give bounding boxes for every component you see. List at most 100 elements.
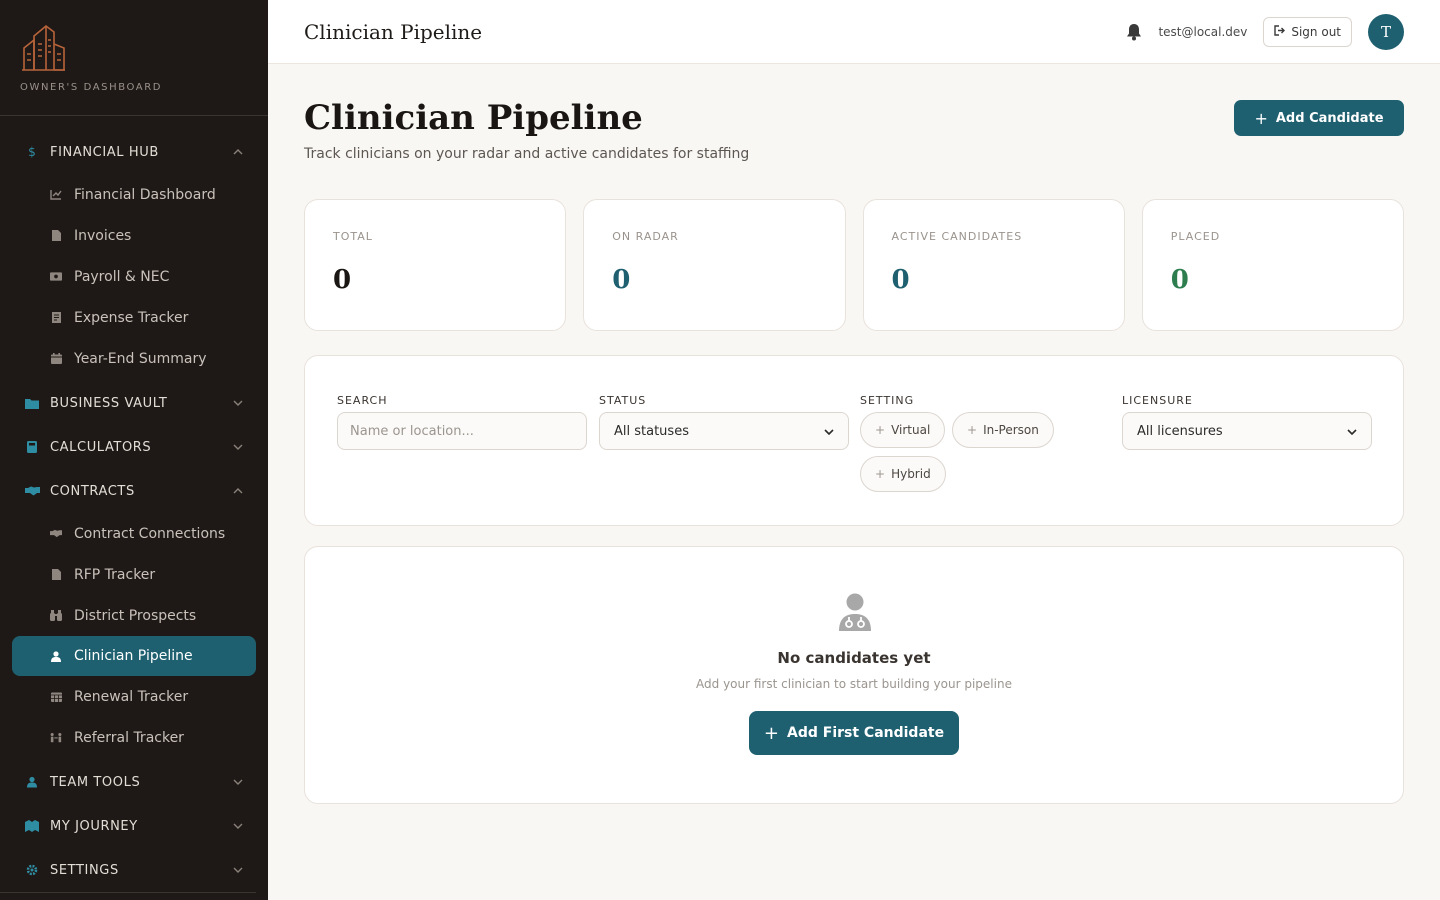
calendar-icon [50, 691, 62, 702]
sidebar-nav: $ FINANCIAL HUB Financial Dashboard Invo… [0, 116, 268, 892]
handshake-icon [50, 529, 62, 538]
add-candidate-button[interactable]: + Add Candidate [1234, 100, 1404, 136]
file-icon [50, 569, 62, 580]
logo-area: OWNER'S DASHBOARD [0, 0, 268, 116]
section-label: CALCULATORS [50, 439, 152, 455]
people-arrows-icon [50, 732, 62, 743]
add-first-candidate-button[interactable]: + Add First Candidate [749, 711, 959, 755]
setting-pill-virtual[interactable]: + Virtual [860, 412, 946, 448]
section-financial-hub[interactable]: $ FINANCIAL HUB [0, 130, 268, 174]
sign-out-icon [1274, 24, 1286, 39]
binoculars-icon [50, 610, 62, 621]
plus-icon: + [1254, 108, 1268, 128]
status-select-value: All statuses [614, 423, 689, 439]
empty-subtitle: Add your first clinician to start buildi… [696, 677, 1012, 691]
avatar[interactable]: T [1368, 13, 1404, 50]
sidebar: OWNER'S DASHBOARD $ FINANCIAL HUB Financ… [0, 0, 268, 900]
handshake-icon [24, 486, 40, 496]
sidebar-item-financial-dashboard[interactable]: Financial Dashboard [0, 174, 268, 215]
sidebar-item-rfp-tracker[interactable]: RFP Tracker [0, 554, 268, 595]
sidebar-item-label: Expense Tracker [74, 309, 189, 326]
stat-value: 0 [1170, 265, 1189, 295]
gear-icon [24, 864, 40, 876]
stat-card-placed: PLACED 0 [1141, 199, 1404, 331]
stat-label: TOTAL [333, 230, 373, 243]
building-logo-icon [22, 24, 65, 71]
sidebar-item-label: Contract Connections [74, 525, 226, 542]
sidebar-item-invoices[interactable]: Invoices [0, 215, 268, 256]
pill-label: In-Person [983, 423, 1039, 437]
chevron-down-icon [232, 441, 244, 453]
sidebar-item-label: Renewal Tracker [74, 688, 189, 705]
setting-pill-in-person[interactable]: + In-Person [952, 412, 1054, 448]
money-bill-icon [50, 272, 62, 281]
sidebar-item-label: Invoices [74, 227, 132, 244]
stat-value: 0 [333, 265, 352, 295]
sidebar-item-renewal-tracker[interactable]: Renewal Tracker [0, 676, 268, 717]
section-label: SETTINGS [50, 862, 119, 878]
section-contracts[interactable]: CONTRACTS [0, 469, 268, 513]
stat-value: 0 [891, 265, 910, 295]
stat-label: PLACED [1170, 230, 1221, 243]
person-icon [50, 650, 62, 662]
sidebar-item-label: RFP Tracker [74, 566, 156, 583]
filters-panel: SEARCH STATUS All statuses SETTING + Vir… [304, 355, 1404, 526]
section-settings[interactable]: SETTINGS [0, 848, 268, 892]
section-team-tools[interactable]: TEAM TOOLS [0, 760, 268, 804]
section-label: BUSINESS VAULT [50, 395, 168, 411]
sidebar-item-clinician-pipeline[interactable]: Clinician Pipeline [12, 636, 256, 676]
receipt-icon [50, 312, 62, 323]
chart-line-icon [50, 189, 62, 200]
topbar: Clinician Pipeline test@local.dev Sign o… [268, 0, 1440, 64]
dollar-icon: $ [28, 145, 36, 159]
section-calculators[interactable]: CALCULATORS [0, 425, 268, 469]
section-business-vault[interactable]: BUSINESS VAULT [0, 381, 268, 425]
setting-label: SETTING [860, 394, 915, 407]
plus-icon: + [875, 423, 886, 437]
plus-icon: + [967, 423, 978, 437]
plus-icon: + [763, 722, 779, 744]
sidebar-item-label: District Prospects [74, 607, 197, 624]
bell-icon[interactable] [1126, 23, 1144, 41]
empty-state: No candidates yet Add your first clinici… [304, 546, 1404, 804]
sidebar-item-district-prospects[interactable]: District Prospects [0, 595, 268, 636]
licensure-select[interactable]: All licensures [1122, 412, 1372, 450]
calculator-icon [24, 441, 40, 453]
section-my-journey[interactable]: MY JOURNEY [0, 804, 268, 848]
search-input[interactable] [337, 412, 587, 450]
sign-out-button[interactable]: Sign out [1263, 16, 1352, 47]
sign-out-label: Sign out [1291, 24, 1341, 39]
setting-pill-hybrid[interactable]: + Hybrid [860, 456, 946, 492]
status-select[interactable]: All statuses [599, 412, 849, 450]
section-label: MY JOURNEY [50, 818, 138, 834]
chevron-down-icon [1347, 424, 1357, 439]
add-first-candidate-label: Add First Candidate [787, 725, 945, 741]
stats-row: TOTAL 0 ON RADAR 0 ACTIVE CANDIDATES 0 P… [304, 199, 1404, 331]
stat-card-active-candidates: ACTIVE CANDIDATES 0 [862, 199, 1125, 331]
sidebar-item-payroll[interactable]: Payroll & NEC [0, 256, 268, 297]
chevron-down-icon [232, 820, 244, 832]
chevron-up-icon [232, 485, 244, 497]
sidebar-item-year-end-summary[interactable]: Year-End Summary [0, 338, 268, 379]
user-doctor-icon [839, 593, 871, 631]
chevron-down-icon [232, 864, 244, 876]
sidebar-divider [0, 892, 256, 893]
page-title: Clinician Pipeline [304, 98, 643, 138]
section-label: FINANCIAL HUB [50, 144, 159, 160]
search-label: SEARCH [337, 394, 388, 407]
sidebar-item-referral-tracker[interactable]: Referral Tracker [0, 717, 268, 758]
chevron-down-icon [232, 776, 244, 788]
stat-card-on-radar: ON RADAR 0 [583, 199, 846, 331]
plus-icon: + [875, 467, 886, 481]
sidebar-item-label: Referral Tracker [74, 729, 184, 746]
page-subtitle: Track clinicians on your radar and activ… [304, 146, 750, 162]
chevron-up-icon [232, 146, 244, 158]
chevron-down-icon [824, 424, 834, 439]
file-icon [50, 230, 62, 241]
sidebar-item-contract-connections[interactable]: Contract Connections [0, 513, 268, 554]
stat-label: ON RADAR [612, 230, 679, 243]
sidebar-item-expense-tracker[interactable]: Expense Tracker [0, 297, 268, 338]
pill-label: Virtual [891, 423, 931, 437]
sidebar-item-label: Financial Dashboard [74, 186, 216, 203]
stat-value: 0 [612, 265, 631, 295]
